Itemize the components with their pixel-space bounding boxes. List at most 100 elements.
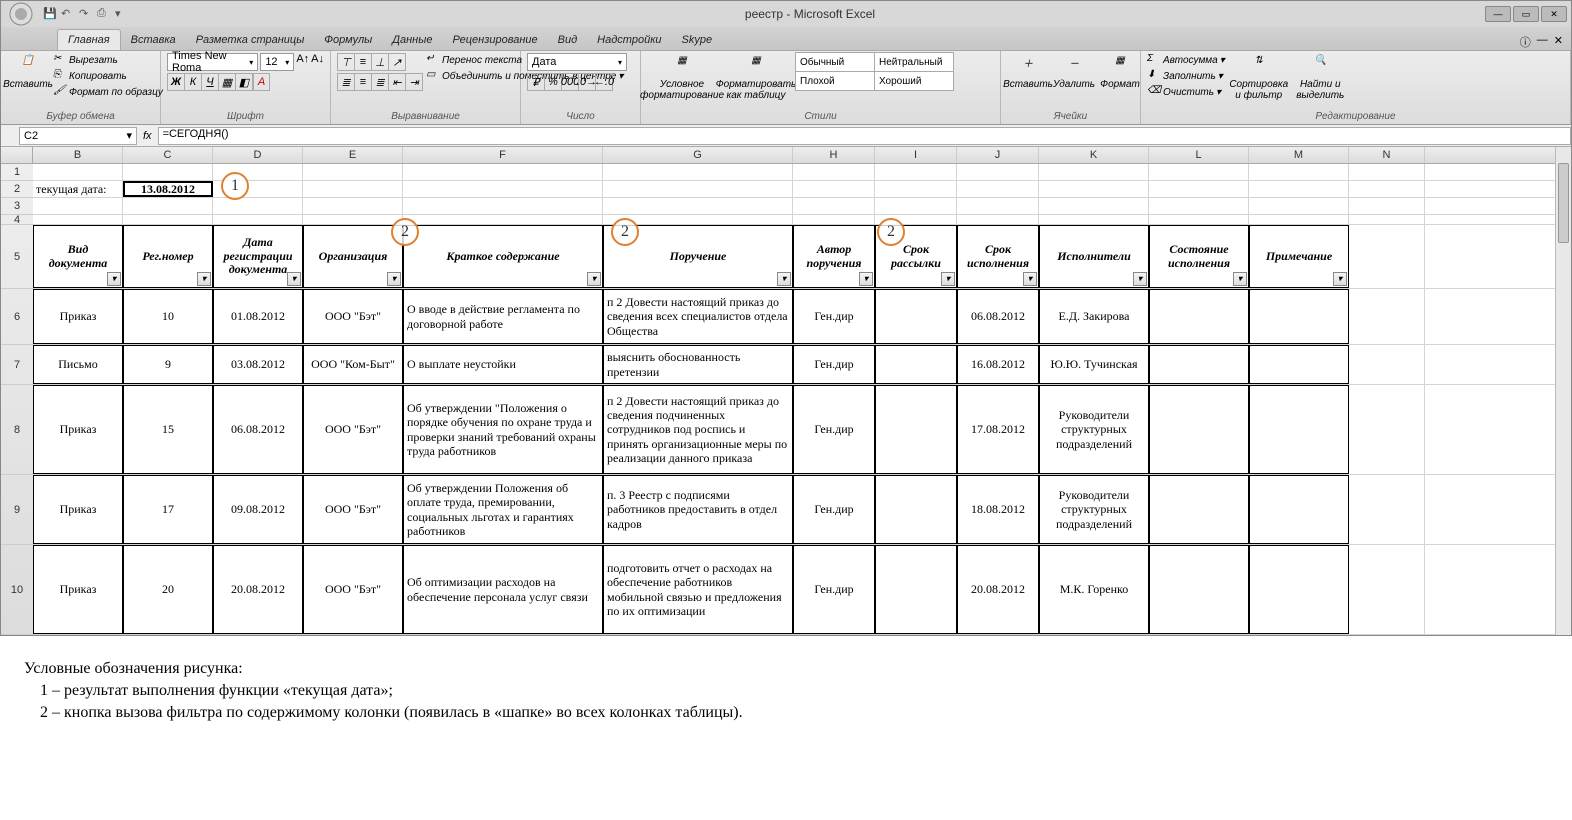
- cell[interactable]: 9: [123, 345, 213, 384]
- align-top-button[interactable]: ⊤: [337, 53, 355, 71]
- cell[interactable]: [1249, 289, 1349, 344]
- cell[interactable]: [957, 215, 1039, 224]
- format-painter-button[interactable]: 🖌Формат по образцу: [53, 85, 163, 99]
- cell[interactable]: [303, 181, 403, 197]
- align-center-button[interactable]: ≡: [354, 73, 372, 91]
- cell[interactable]: [403, 164, 603, 180]
- autosum-button[interactable]: ΣАвтосумма▾: [1147, 53, 1225, 67]
- cell[interactable]: [875, 198, 957, 214]
- cell[interactable]: [957, 164, 1039, 180]
- italic-button[interactable]: К: [184, 73, 202, 91]
- cell[interactable]: Об оптимизации расходов на обеспечение п…: [403, 545, 603, 634]
- cell[interactable]: [1349, 545, 1425, 634]
- cell[interactable]: [603, 181, 793, 197]
- cell[interactable]: ООО "Бэт": [303, 289, 403, 344]
- tab-view[interactable]: Вид: [548, 30, 588, 50]
- cell[interactable]: Ген.дир: [793, 475, 875, 544]
- cell[interactable]: 20.08.2012: [213, 545, 303, 634]
- tab-addins[interactable]: Надстройки: [587, 30, 671, 50]
- tab-data[interactable]: Данные: [382, 30, 442, 50]
- cell[interactable]: Примечание▾: [1249, 225, 1349, 288]
- col-header-K[interactable]: K: [1039, 147, 1149, 163]
- filter-button[interactable]: ▾: [197, 272, 211, 286]
- filter-button[interactable]: ▾: [1233, 272, 1247, 286]
- cell[interactable]: [603, 164, 793, 180]
- dec-decimal-button[interactable]: ←.0: [595, 73, 613, 91]
- cell[interactable]: [1039, 198, 1149, 214]
- cell[interactable]: Исполнители▾: [1039, 225, 1149, 288]
- row-header-8[interactable]: 8: [1, 385, 33, 475]
- cell[interactable]: [303, 164, 403, 180]
- qat-more-icon[interactable]: ▾: [115, 7, 129, 21]
- col-header-B[interactable]: B: [33, 147, 123, 163]
- cell[interactable]: О выплате неустойки: [403, 345, 603, 384]
- scroll-thumb[interactable]: [1558, 163, 1569, 243]
- col-header-I[interactable]: I: [875, 147, 957, 163]
- cell[interactable]: Приказ: [33, 545, 123, 634]
- cell[interactable]: Состояние исполнения▾: [1149, 225, 1249, 288]
- font-size-combo[interactable]: 12▾: [260, 53, 294, 71]
- cell[interactable]: Руководители структурных подразделений: [1039, 385, 1149, 474]
- cell[interactable]: Срок исполнения▾: [957, 225, 1039, 288]
- cell[interactable]: Организация▾: [303, 225, 403, 288]
- cell[interactable]: [1349, 385, 1425, 474]
- row-header-5[interactable]: 5: [1, 225, 33, 289]
- cell[interactable]: [1149, 385, 1249, 474]
- filter-button[interactable]: ▾: [1333, 272, 1347, 286]
- find-select-button[interactable]: 🔍Найти и выделить: [1293, 53, 1348, 103]
- filter-button[interactable]: ▾: [1133, 272, 1147, 286]
- cell[interactable]: [793, 181, 875, 197]
- vertical-scrollbar[interactable]: [1555, 147, 1571, 635]
- cell[interactable]: [1149, 289, 1249, 344]
- cell[interactable]: Ю.Ю. Тучинская: [1039, 345, 1149, 384]
- cut-button[interactable]: ✂Вырезать: [53, 53, 163, 67]
- filter-button[interactable]: ▾: [941, 272, 955, 286]
- indent-dec-button[interactable]: ⇤: [388, 73, 406, 91]
- row-header-7[interactable]: 7: [1, 345, 33, 385]
- filter-button[interactable]: ▾: [287, 272, 301, 286]
- undo-icon[interactable]: ↶: [61, 7, 75, 21]
- orientation-button[interactable]: ↗: [388, 53, 406, 71]
- font-family-combo[interactable]: Times New Roma▾: [167, 53, 258, 71]
- col-header-D[interactable]: D: [213, 147, 303, 163]
- col-header-F[interactable]: F: [403, 147, 603, 163]
- cell[interactable]: [1249, 475, 1349, 544]
- row-header-10[interactable]: 10: [1, 545, 33, 635]
- cell[interactable]: 16.08.2012: [957, 345, 1039, 384]
- cell[interactable]: [1039, 164, 1149, 180]
- cell[interactable]: 03.08.2012: [213, 345, 303, 384]
- tab-skype[interactable]: Skype: [672, 30, 723, 50]
- formula-input[interactable]: =СЕГОДНЯ(): [158, 127, 1571, 145]
- underline-button[interactable]: Ч: [201, 73, 219, 91]
- cell[interactable]: ООО "Бэт": [303, 385, 403, 474]
- filter-button[interactable]: ▾: [387, 272, 401, 286]
- font-color-button[interactable]: A: [252, 73, 270, 91]
- row-header-4[interactable]: 4: [1, 215, 33, 225]
- print-icon[interactable]: ⎙: [97, 7, 111, 21]
- paste-button[interactable]: 📋 Вставить: [7, 53, 49, 92]
- col-header-L[interactable]: L: [1149, 147, 1249, 163]
- cell[interactable]: подготовить отчет о расходах на обеспече…: [603, 545, 793, 634]
- align-left-button[interactable]: ≣: [337, 73, 355, 91]
- cell[interactable]: [1349, 215, 1425, 224]
- cell[interactable]: [1149, 215, 1249, 224]
- cell[interactable]: Руководители структурных подразделений: [1039, 475, 1149, 544]
- cell[interactable]: [793, 198, 875, 214]
- cell[interactable]: [123, 164, 213, 180]
- cell[interactable]: [875, 164, 957, 180]
- cell[interactable]: 17.08.2012: [957, 385, 1039, 474]
- col-header-H[interactable]: H: [793, 147, 875, 163]
- help-icon[interactable]: ⓘ: [1520, 34, 1531, 50]
- cell[interactable]: 20: [123, 545, 213, 634]
- cell[interactable]: ООО "Бэт": [303, 475, 403, 544]
- cell[interactable]: ООО "Бэт": [303, 545, 403, 634]
- minimize-ribbon-icon[interactable]: —: [1537, 34, 1548, 50]
- name-box[interactable]: C2▾: [19, 127, 137, 145]
- app-close-icon[interactable]: ✕: [1554, 34, 1563, 50]
- cell[interactable]: 17: [123, 475, 213, 544]
- cell[interactable]: выяснить обоснованность претензии: [603, 345, 793, 384]
- row-header-1[interactable]: 1: [1, 164, 33, 181]
- filter-button[interactable]: ▾: [859, 272, 873, 286]
- grow-font-icon[interactable]: A↑: [296, 53, 309, 67]
- cell[interactable]: ООО "Ком-Быт": [303, 345, 403, 384]
